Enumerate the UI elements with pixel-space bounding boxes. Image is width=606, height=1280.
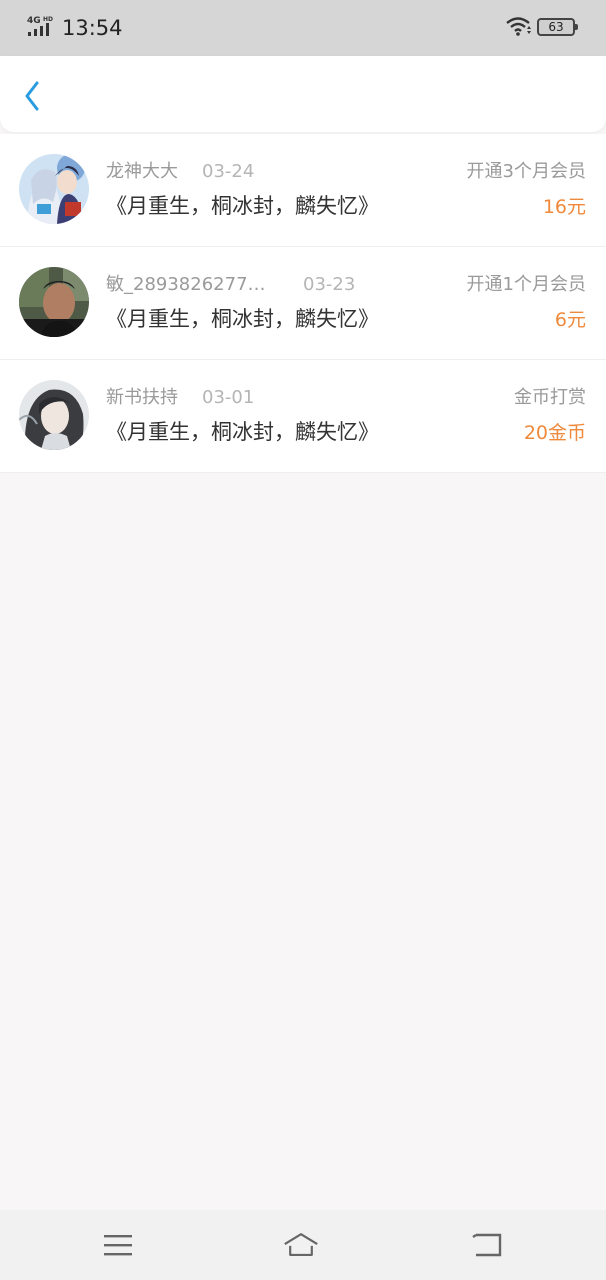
list-item[interactable]: 龙神大大 03-24 《月重生，桐冰封，麟失忆》 开通3个月会员 16元 (0, 134, 606, 247)
record-date: 03-01 (202, 387, 255, 408)
book-title: 《月重生，桐冰封，麟失忆》 (106, 194, 379, 218)
status-bar: 4G HD 13:54 63 (0, 0, 606, 56)
list-item[interactable]: 新书扶持 03-01 《月重生，桐冰封，麟失忆》 金币打赏 20金币 (0, 360, 606, 473)
back-nav-button[interactable] (469, 1228, 505, 1262)
record-amount: 16元 (542, 196, 586, 218)
back-button[interactable] (14, 78, 50, 114)
svg-text:HD: HD (43, 16, 53, 23)
record-date: 03-24 (202, 161, 255, 182)
record-type: 开通1个月会员 (466, 274, 586, 295)
battery-level: 63 (548, 20, 564, 34)
record-amount: 6元 (554, 309, 586, 331)
record-type: 金币打赏 (514, 387, 586, 408)
user-name: 敏_2893826277… (106, 274, 266, 295)
menu-button[interactable] (100, 1228, 136, 1262)
back-icon (472, 1233, 502, 1257)
record-date: 03-23 (303, 274, 356, 295)
menu-icon (104, 1235, 132, 1256)
system-nav-bar (0, 1210, 606, 1280)
user-name: 龙神大大 (106, 161, 178, 182)
record-type: 开通3个月会员 (466, 161, 586, 182)
home-button[interactable] (283, 1228, 319, 1262)
avatar (19, 267, 89, 337)
list-item[interactable]: 敏_2893826277… 03-23 《月重生，桐冰封，麟失忆》 开通1个月会… (0, 247, 606, 360)
battery-icon: 63 (537, 18, 578, 36)
status-time: 13:54 (62, 16, 123, 40)
svg-text:4G: 4G (27, 16, 41, 26)
record-list: 龙神大大 03-24 《月重生，桐冰封，麟失忆》 开通3个月会员 16元 敏_2… (0, 134, 606, 473)
chevron-left-icon (25, 81, 39, 111)
record-amount: 20金币 (523, 422, 586, 444)
signal-icon: 4G HD (27, 14, 57, 38)
book-title: 《月重生，桐冰封，麟失忆》 (106, 420, 379, 444)
avatar (19, 380, 89, 450)
header (0, 56, 606, 132)
avatar (19, 154, 89, 224)
wifi-icon (505, 16, 531, 40)
user-name: 新书扶持 (106, 387, 178, 408)
home-icon (284, 1233, 318, 1256)
book-title: 《月重生，桐冰封，麟失忆》 (106, 307, 379, 331)
